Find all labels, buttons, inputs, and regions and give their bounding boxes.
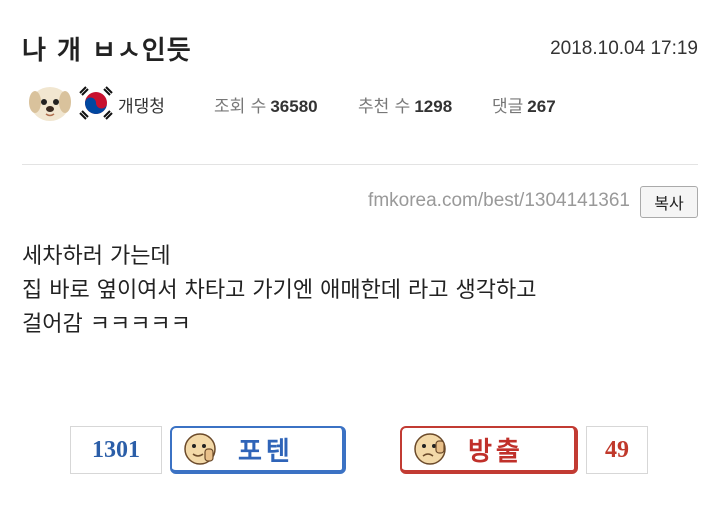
views-count: 36580: [270, 97, 318, 116]
comments-stat[interactable]: 댓글 267: [492, 92, 556, 117]
recommend-label: 추천 수: [358, 97, 411, 117]
body-line: 세차하러 가는데: [22, 244, 171, 269]
upvote-count: 1301: [70, 426, 162, 474]
copy-button[interactable]: 복사: [640, 186, 698, 218]
body-line: 걸어감 ㅋㅋㅋㅋㅋ: [22, 312, 191, 337]
body-line: 집 바로 옆이여서 차타고 가기엔 애매한데 라고 생각하고: [22, 278, 537, 303]
vote-row: 1301 포텐 방출 49: [0, 424, 720, 480]
downvote-count: 49: [586, 426, 648, 474]
post-meta: 개댕청 조회 수 36580 추천 수 1298 댓글 267: [22, 82, 698, 124]
permalink-url[interactable]: fmkorea.com/best/1304141361: [368, 190, 630, 212]
recommend-count: 1298: [414, 97, 453, 116]
author-name[interactable]: 개댕청: [118, 92, 165, 117]
upvote-button[interactable]: 포텐: [170, 426, 346, 474]
views-stat: 조회 수 36580: [214, 92, 318, 117]
comments-label: 댓글: [492, 97, 524, 117]
thumbs-down-face-icon: [414, 433, 446, 465]
thumbs-up-face-icon: [184, 433, 216, 465]
upvote-label: 포텐: [238, 436, 294, 467]
post-date: 2018.10.04 17:19: [550, 38, 698, 59]
downvote-label: 방출: [468, 436, 524, 467]
korean-flag-icon: [79, 86, 113, 120]
views-label: 조회 수: [214, 97, 267, 117]
recommend-stat: 추천 수 1298: [358, 92, 452, 117]
post-body: 세차하러 가는데 집 바로 옆이여서 차타고 가기엔 애매한데 라고 생각하고 …: [22, 240, 536, 342]
puppy-avatar-icon[interactable]: [28, 84, 72, 122]
divider: [22, 164, 698, 165]
permalink-row: fmkorea.com/best/1304141361 복사: [22, 186, 698, 222]
comments-count: 267: [527, 97, 556, 116]
post-title: 나 개 ㅂㅅ인듯: [22, 36, 192, 66]
downvote-button[interactable]: 방출: [400, 426, 578, 474]
post-header: 나 개 ㅂㅅ인듯 2018.10.04 17:19: [22, 30, 698, 70]
